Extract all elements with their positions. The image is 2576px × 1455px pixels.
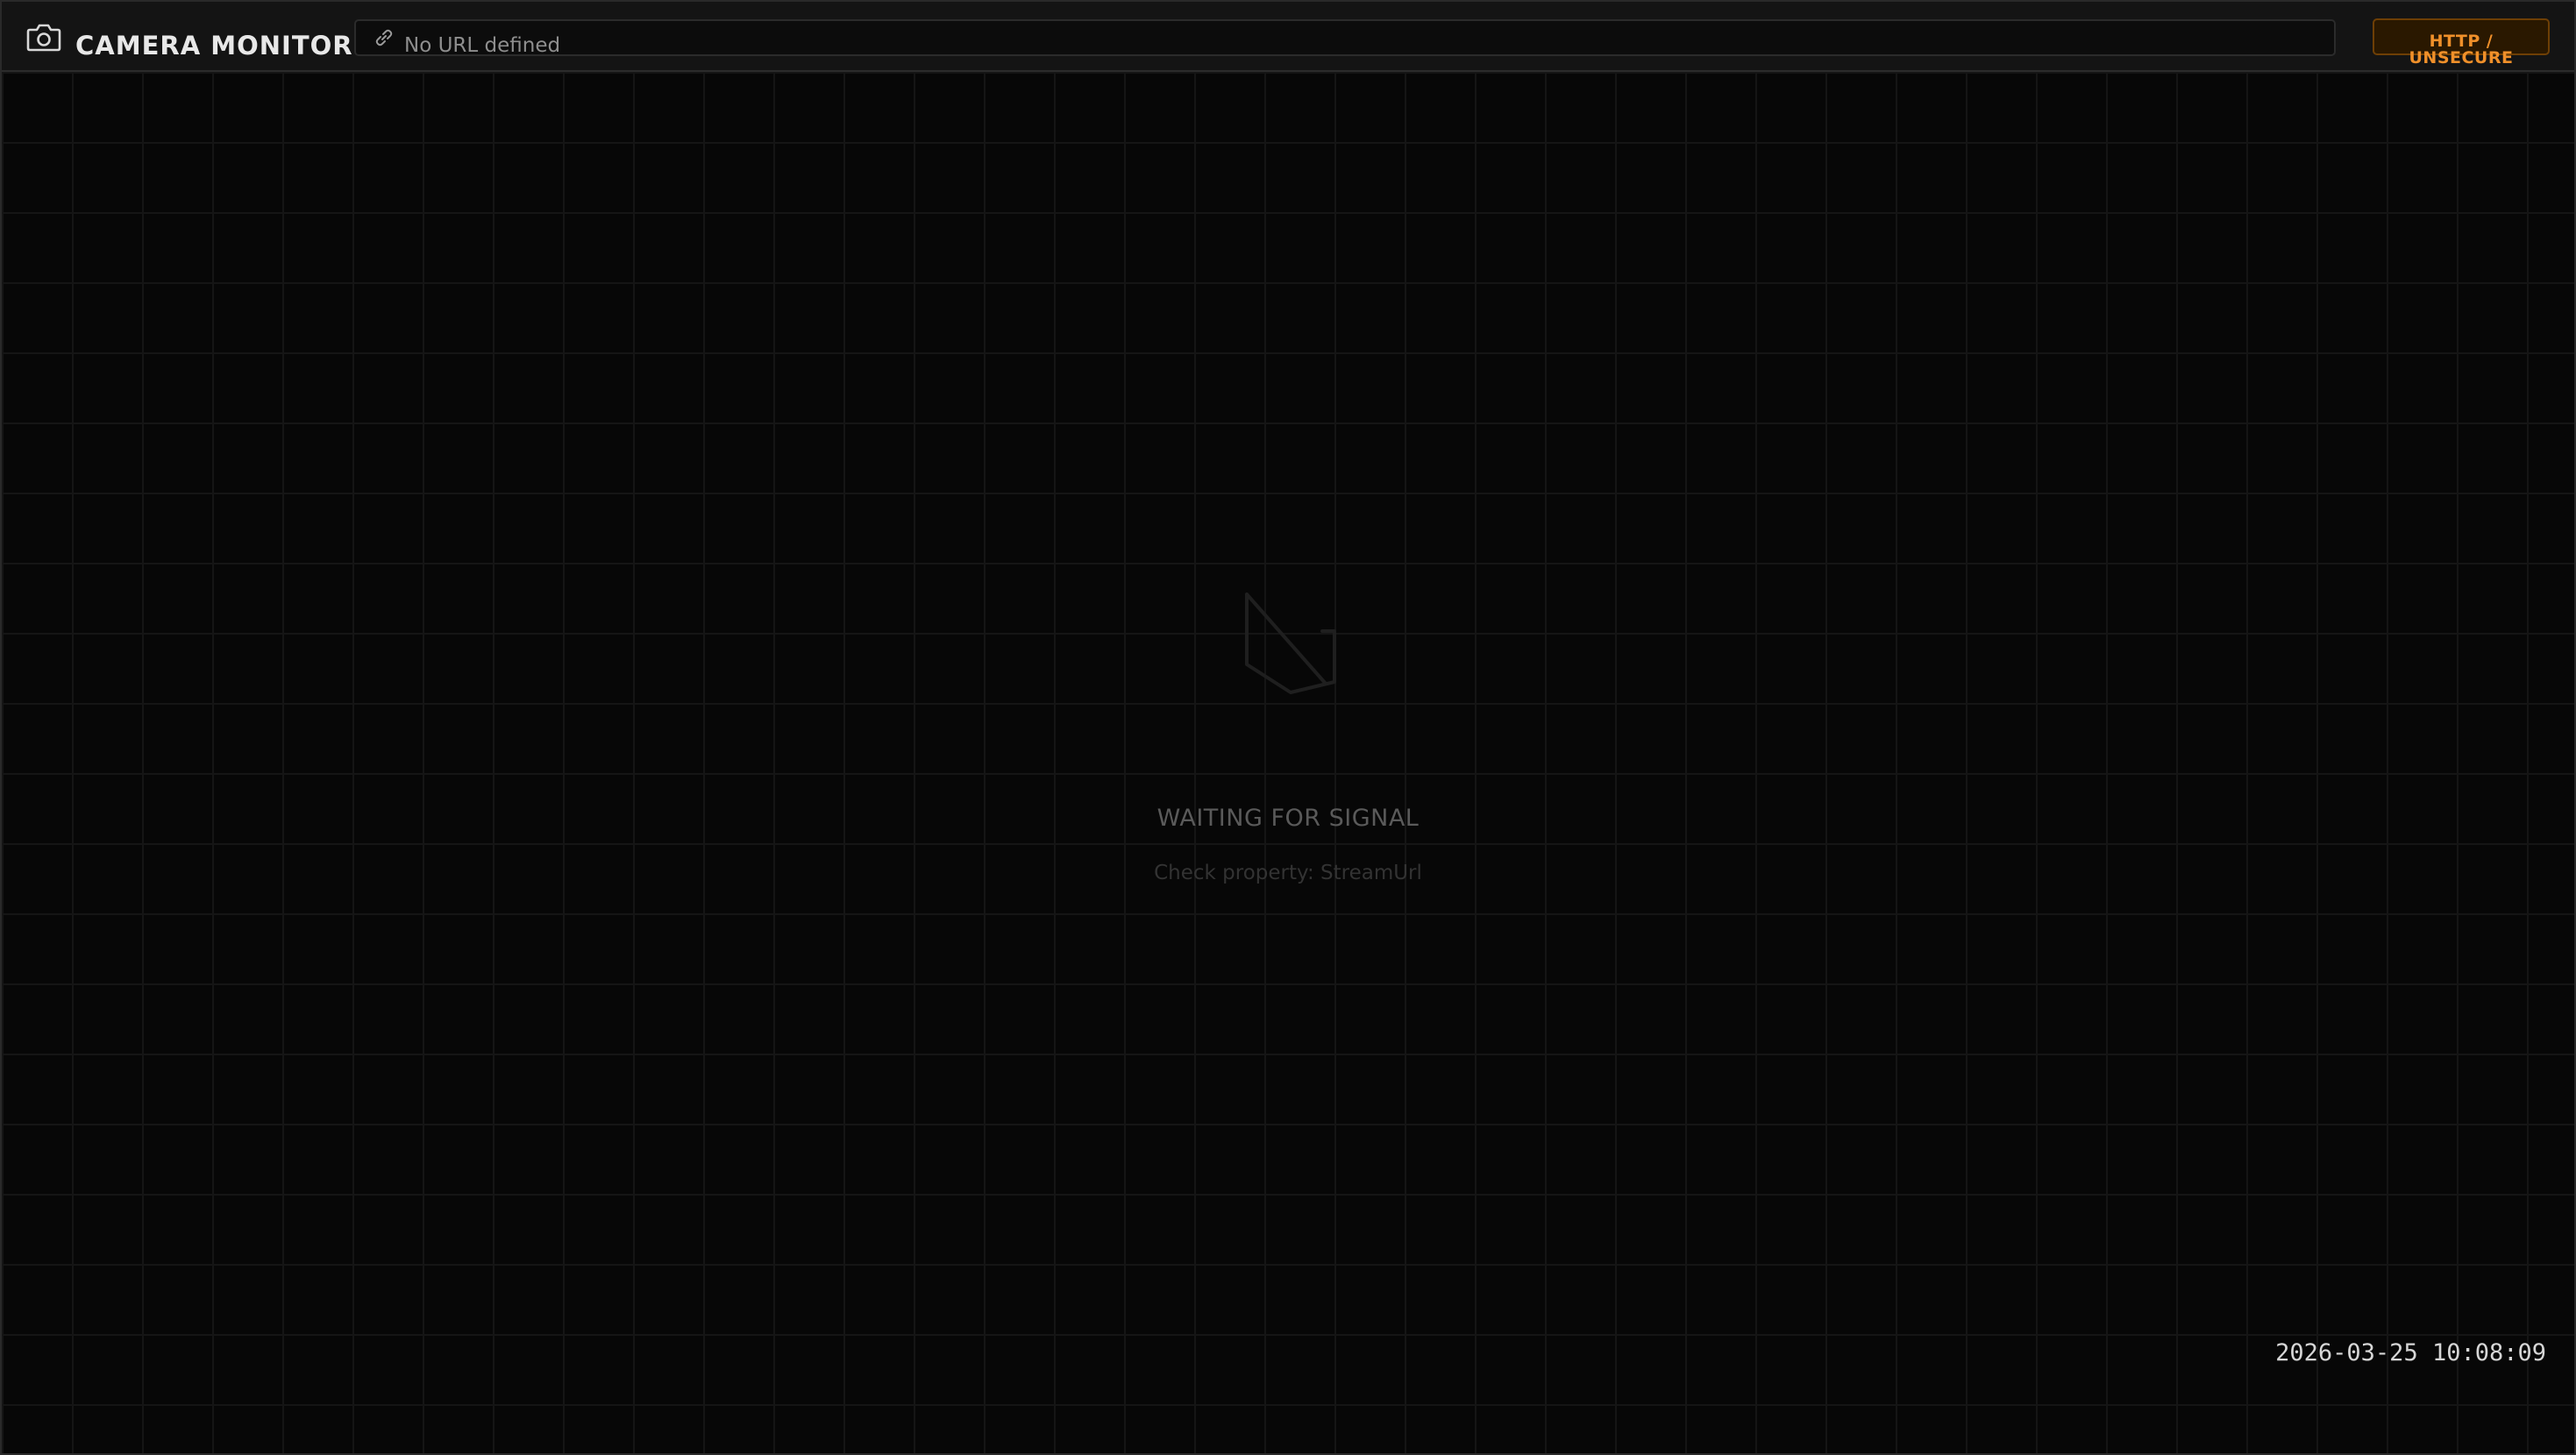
camera-monitor-app: CAMERA MONITOR No URL defined HTTP / UNS… (0, 0, 2576, 1455)
signal-hint-text: Check property: StreamUrl (1154, 862, 1422, 884)
link-icon (375, 29, 393, 46)
camera-icon (26, 24, 61, 52)
app-title: CAMERA MONITOR (75, 31, 353, 60)
stream-url-field[interactable]: No URL defined (354, 19, 2336, 56)
timestamp: 2026-03-25 10:08:09 (2275, 1339, 2546, 1366)
no-signal-icon (1245, 593, 1336, 694)
header-bar: CAMERA MONITOR No URL defined HTTP / UNS… (2, 2, 2574, 72)
signal-status-text: WAITING FOR SIGNAL (1156, 805, 1420, 832)
video-viewport: WAITING FOR SIGNAL Check property: Strea… (2, 72, 2574, 1453)
stream-url-text: No URL defined (404, 34, 561, 57)
security-status-badge: HTTP / UNSECURE (2373, 18, 2550, 67)
